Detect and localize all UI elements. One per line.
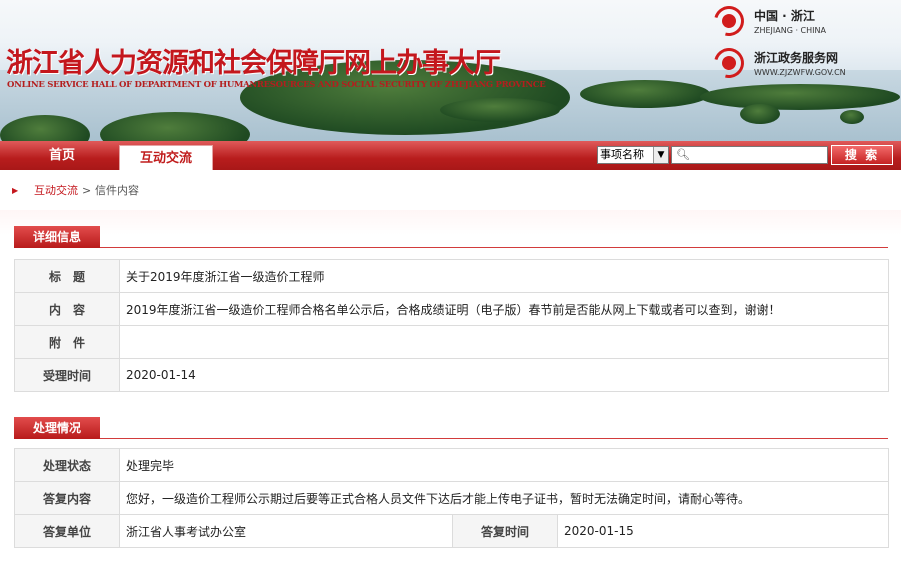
nav-tab-interaction[interactable]: 互动交流 [119,145,213,170]
banner-island [740,104,780,124]
letter-content: 2019年度浙江省一级造价工程师合格名单公示后，合格成绩证明（电子版）春节前是否… [119,292,889,326]
letter-title: 关于2019年度浙江省一级造价工程师 [119,259,889,293]
table-row: 受理时间 2020-01-14 [14,358,889,392]
site-header: 浙江省人力资源和社会保障厅网上办事大厅 ONLINE SERVICE HALL … [0,0,901,141]
reply-content: 您好，一级造价工程师公示期过后要等正式合格人员文件下达后才能上传电子证书，暂时无… [119,481,889,515]
reply-time: 2020-01-15 [557,514,889,548]
search-button[interactable]: 搜 索 [831,145,893,165]
process-section-header: 处理情况 [14,417,888,439]
breadcrumb-link-interaction[interactable]: 互动交流 [34,178,78,204]
reply-unit: 浙江省人事考试办公室 [119,514,453,548]
detail-section-header: 详细信息 [14,226,888,248]
detail-table: 标 题 关于2019年度浙江省一级造价工程师 内 容 2019年度浙江省一级造价… [14,259,889,392]
received-time: 2020-01-14 [119,358,889,392]
chevron-down-icon: ▼ [653,147,668,163]
process-status: 处理完毕 [119,448,889,482]
process-table: 处理状态 处理完毕 答复内容 您好，一级造价工程师公示期过后要等正式合格人员文件… [14,448,889,548]
zhejiang-emblem-icon [708,0,750,42]
zjzwfw-logo[interactable]: 浙江政务服务网 WWW.ZJZWFW.GOV.CN [708,42,894,84]
banner-island [700,84,900,110]
banner-island [440,98,560,122]
table-row: 标 题 关于2019年度浙江省一级造价工程师 [14,259,889,293]
china-zhejiang-logo[interactable]: 中国 · 浙江 ZHEJIANG · CHINA [708,0,894,42]
table-row: 答复单位 浙江省人事考试办公室 答复时间 2020-01-15 [14,514,889,548]
table-row: 处理状态 处理完毕 [14,448,889,482]
breadcrumb-separator: > [82,184,92,197]
search-category-select[interactable]: 事项名称 ▼ [597,146,669,164]
search-input[interactable]: 🔍︎ [671,146,828,164]
site-title: 浙江省人力资源和社会保障厅网上办事大厅 [6,48,501,79]
search-icon: 🔍︎ [676,148,690,161]
breadcrumb: ▶ 互动交流 > 信件内容 [0,178,901,204]
zhejiang-emblem-icon [708,42,750,84]
nav-home[interactable]: 首页 [22,141,102,170]
table-row: 内 容 2019年度浙江省一级造价工程师合格名单公示后，合格成绩证明（电子版）春… [14,292,889,326]
breadcrumb-current: 信件内容 [95,184,139,197]
table-row: 附 件 [14,325,889,359]
banner-island [840,110,864,124]
table-row: 答复内容 您好，一级造价工程师公示期过后要等正式合格人员文件下达后才能上传电子证… [14,481,889,515]
letter-attachment [119,325,889,359]
triangle-right-icon: ▶ [12,186,19,195]
site-subtitle: ONLINE SERVICE HALL OF DEPARTMENT OF HUM… [7,80,546,90]
banner-island [580,80,710,108]
